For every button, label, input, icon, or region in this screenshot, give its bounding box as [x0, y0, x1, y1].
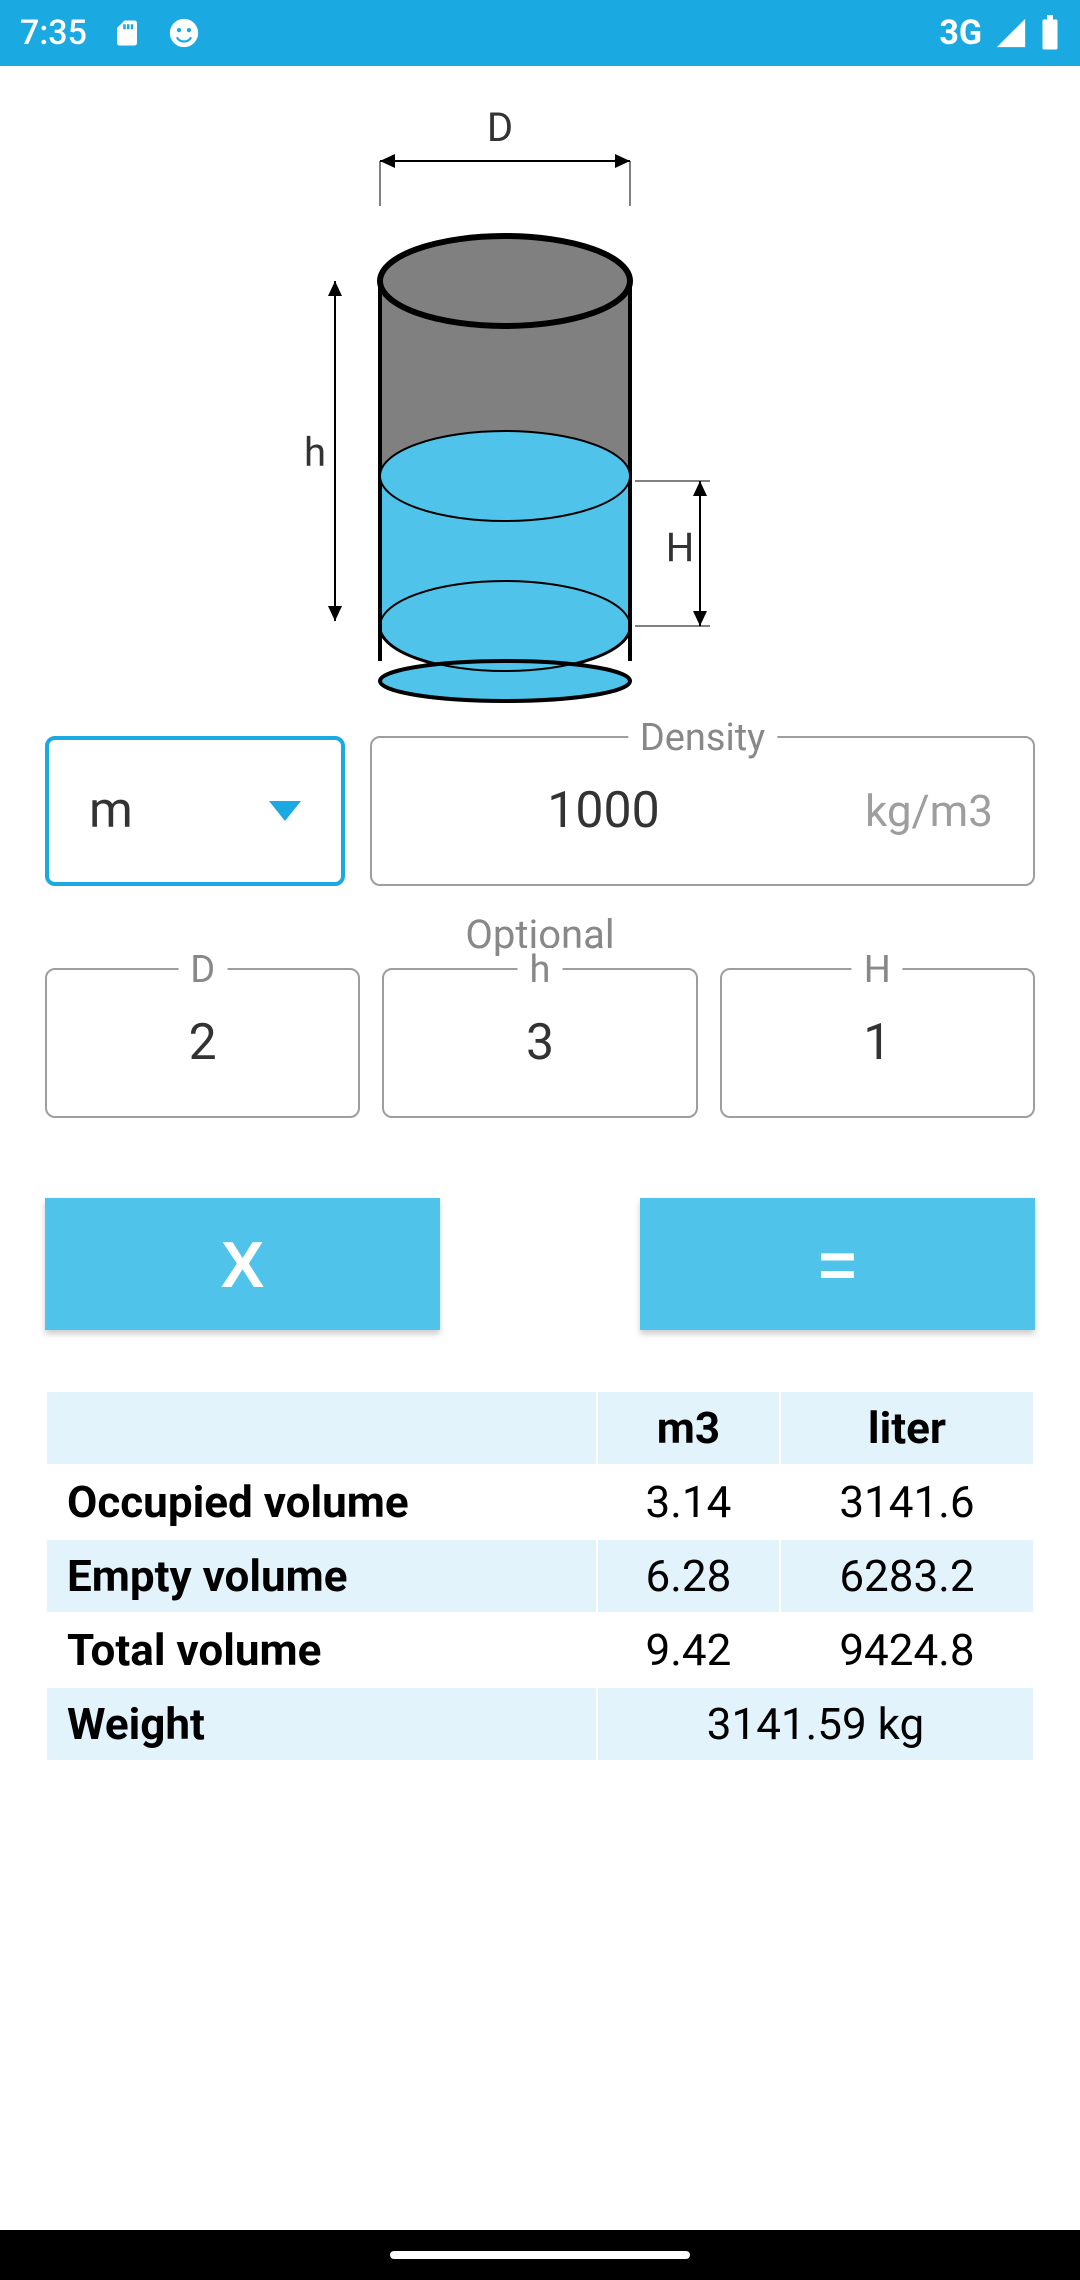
- clear-button[interactable]: X: [45, 1198, 440, 1330]
- diagram-label-big-h: H: [666, 524, 695, 571]
- density-unit: kg/m3: [865, 785, 993, 837]
- weight-row: Weight 3141.59 kg: [47, 1688, 1033, 1760]
- unit-select[interactable]: m: [45, 736, 345, 886]
- cylinder-diagram: D h H: [45, 66, 1035, 736]
- d-field[interactable]: D 2: [45, 968, 360, 1118]
- results-table: m3 liter Occupied volume 3.14 3141.6 Emp…: [45, 1390, 1035, 1762]
- chevron-down-icon: [269, 801, 301, 821]
- density-value: 1000: [412, 782, 795, 840]
- big-h-label: H: [852, 948, 903, 992]
- signal-icon: [994, 16, 1028, 50]
- unit-value: m: [89, 782, 133, 840]
- diagram-label-d: D: [487, 106, 513, 151]
- home-indicator[interactable]: [390, 2251, 690, 2259]
- d-value: 2: [189, 1014, 217, 1072]
- big-h-field[interactable]: H 1: [720, 968, 1035, 1118]
- calculate-button[interactable]: =: [640, 1198, 1035, 1330]
- status-bar: 7:35 3G: [0, 0, 1080, 66]
- d-label: D: [178, 948, 227, 992]
- network-label: 3G: [939, 13, 982, 53]
- h-field[interactable]: h 3: [382, 968, 697, 1118]
- h-value: 3: [526, 1014, 554, 1072]
- face-icon: [167, 16, 201, 50]
- table-row: Empty volume 6.28 6283.2: [47, 1540, 1033, 1612]
- nav-bar: [0, 2230, 1080, 2280]
- diagram-label-h: h: [304, 429, 326, 476]
- table-row: Total volume 9.42 9424.8: [47, 1614, 1033, 1686]
- sd-card-icon: [112, 15, 142, 51]
- density-field[interactable]: Density 1000 kg/m3: [370, 736, 1035, 886]
- h-label: h: [518, 948, 563, 992]
- status-time: 7:35: [20, 13, 87, 53]
- header-liter: liter: [781, 1392, 1033, 1464]
- header-m3: m3: [598, 1392, 779, 1464]
- big-h-value: 1: [863, 1014, 891, 1072]
- table-row: Occupied volume 3.14 3141.6: [47, 1466, 1033, 1538]
- density-label: Density: [628, 716, 777, 760]
- battery-icon: [1040, 15, 1060, 51]
